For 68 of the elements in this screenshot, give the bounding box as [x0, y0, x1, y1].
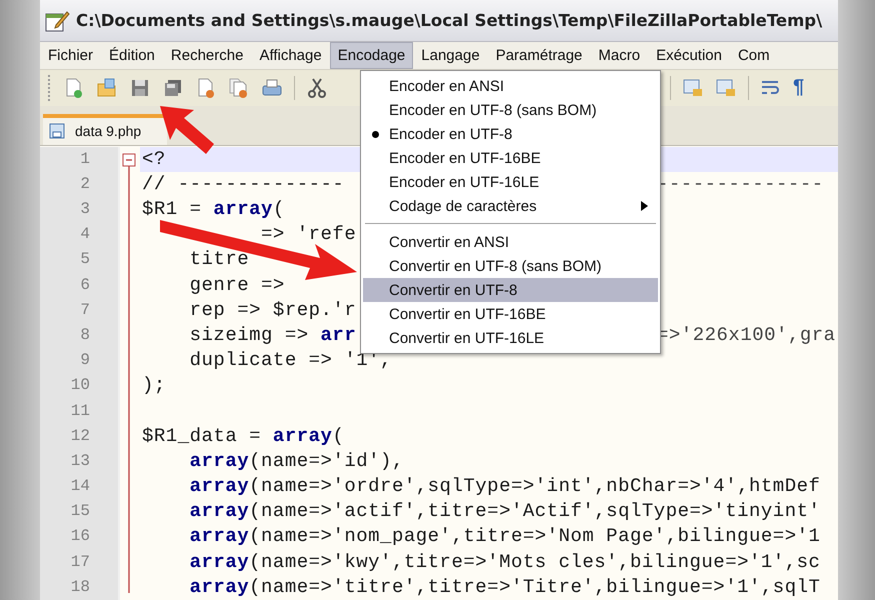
menu-item[interactable]: Encoder en ANSI [363, 74, 658, 98]
code-line: rep => $rep.'r [188, 298, 356, 321]
line-number: 7 [79, 300, 91, 321]
line-number: 14 [70, 476, 91, 498]
code-line: -------------- [657, 172, 824, 197]
menu-item[interactable]: Convertir en UTF-16BE [363, 302, 658, 326]
menu-bar-item[interactable]: Exécution [648, 42, 730, 70]
menu-item[interactable]: Encoder en UTF-8 (sans BOM) [363, 98, 658, 122]
code-line: array(name=>'ordre',sqlType=>'int',nbChar=>'4',htmDef [188, 475, 820, 498]
window-title: C:\Documents and Settings\s.mauge\Local Settings\Temp\FileZillaPortableTemp\ [76, 11, 822, 30]
code-line: $R1_data = array( [142, 424, 344, 447]
menu-bar-item[interactable]: Encodage [330, 42, 414, 70]
menu-item[interactable]: Convertir en UTF-16LE [363, 326, 658, 350]
code-line: => 'refe [260, 223, 356, 246]
line-number: 8 [79, 324, 91, 346]
window-lock-icon[interactable] [715, 76, 737, 99]
code-line: $R1 = array( [142, 198, 285, 220]
line-number: 11 [70, 400, 91, 422]
menu-item[interactable]: Convertir en ANSI [363, 230, 658, 254]
menu-item[interactable]: Encoder en UTF-8 [363, 122, 658, 146]
line-number: 9 [79, 350, 91, 372]
line-number: 4 [79, 224, 91, 246]
menu-item[interactable]: Codage de caractères [363, 194, 658, 218]
line-number: 3 [79, 199, 91, 220]
line-number: 15 [70, 501, 91, 522]
menu-item[interactable]: Encoder en UTF-16LE [363, 170, 658, 194]
line-number: 6 [79, 274, 91, 296]
line-number: 12 [70, 426, 91, 447]
file-tab[interactable]: data 9.php [43, 114, 167, 145]
menu-bar-item[interactable]: Affichage [251, 42, 330, 70]
code-line: array(name=>'titre',titre=>'Titre',bilingue=>'1',sqlT [188, 576, 820, 598]
line-number: 18 [70, 576, 91, 598]
close-all-icon[interactable] [228, 76, 250, 99]
code-line: ); [142, 374, 166, 396]
line-number: 10 [70, 375, 91, 396]
code-line: <? [142, 148, 166, 170]
menu-bar-item[interactable]: Paramétrage [488, 42, 590, 70]
code-line: array(name=>'kwy',titre=>'Mots cles',bilingue=>'1',sc [188, 550, 820, 573]
menu-item[interactable]: Encoder en UTF-16BE [363, 146, 658, 170]
notepad-pencil-icon [44, 8, 70, 33]
menu-bar-item[interactable]: Macro [590, 42, 648, 70]
line-number: 16 [70, 526, 91, 548]
submenu-arrow-icon [641, 201, 648, 211]
line-number: 17 [70, 552, 91, 573]
menu-bar-item[interactable]: Com [730, 42, 778, 70]
menu-bar-item[interactable]: Édition [101, 42, 163, 70]
code-line: genre => [188, 274, 285, 296]
code-line: =>'226x100',gra [657, 322, 836, 348]
fold-marker-icon[interactable] [122, 152, 138, 593]
code-line: sizeimg => arr [188, 324, 356, 346]
line-number: 5 [79, 249, 91, 270]
line-number: 13 [70, 450, 91, 472]
menu-item[interactable]: Convertir en UTF-8 (sans BOM) [363, 254, 658, 278]
line-number: 1 [79, 148, 91, 170]
code-line: // -------------- [142, 172, 344, 195]
code-line: titre [188, 248, 250, 270]
menu-bar-item[interactable]: Recherche [162, 42, 252, 70]
scissors-icon[interactable] [306, 76, 328, 99]
menu-bar-item[interactable]: Fichier [40, 42, 102, 70]
pilcrow-button[interactable]: ¶ [793, 76, 804, 100]
menu-bar-item[interactable]: Langage [413, 42, 488, 70]
menu-item[interactable]: Convertir en UTF-8 [363, 278, 658, 302]
open-folder-icon[interactable] [96, 76, 118, 99]
code-line: array(name=>'id'), [188, 450, 404, 472]
code-line: array(name=>'actif',titre=>'Actif',sqlType=>'tinyint' [188, 500, 820, 522]
line-number: 2 [79, 174, 91, 195]
window-lock-icon[interactable] [682, 76, 704, 99]
code-line: array(name=>'nom_page',titre=>'Nom Page',bilingue=>'1 [188, 525, 820, 548]
